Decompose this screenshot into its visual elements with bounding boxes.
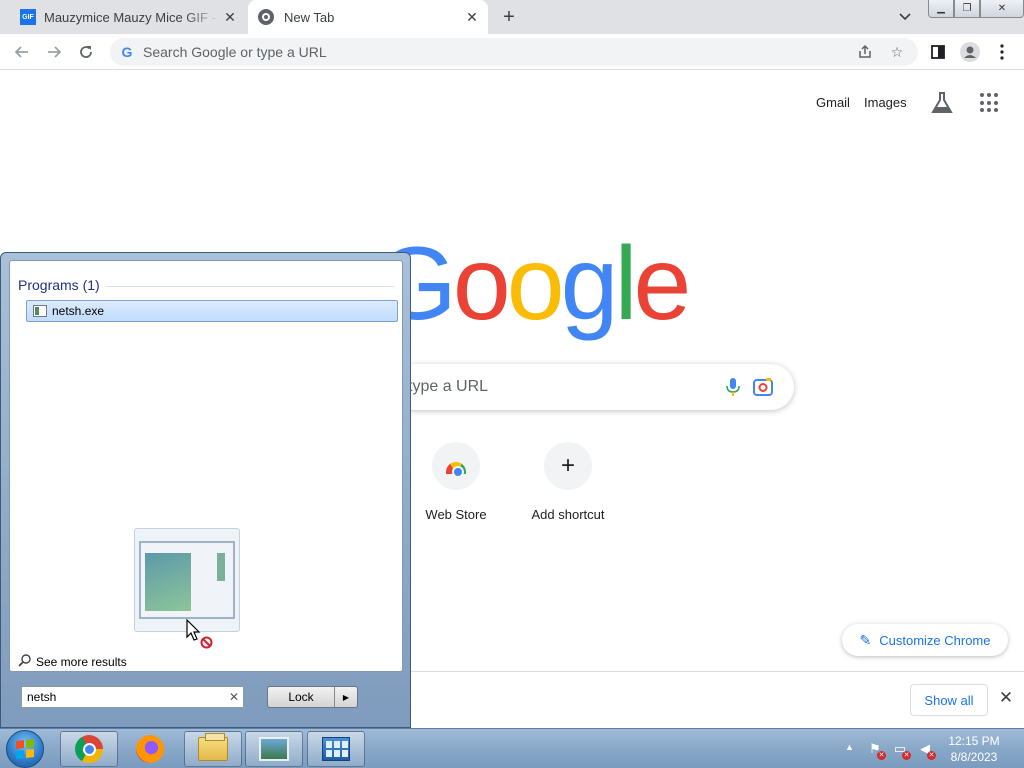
- tab-new-tab[interactable]: New Tab ✕: [248, 0, 488, 34]
- clock-time: 12:15 PM: [948, 734, 1000, 748]
- ntp-search-box[interactable]: type a URL: [392, 364, 794, 410]
- start-search-value: netsh: [27, 690, 57, 704]
- chrome-icon: [258, 9, 274, 25]
- gif-icon: GIF: [20, 9, 36, 25]
- taskbar-chrome[interactable]: [60, 731, 118, 767]
- google-apps-icon[interactable]: [980, 93, 1000, 113]
- close-icon[interactable]: ✕: [462, 7, 482, 27]
- google-lens-icon[interactable]: [752, 376, 774, 398]
- action-center-flag-icon[interactable]: ⚑ ✕: [866, 740, 886, 760]
- customize-chrome-button[interactable]: ✎ Customize Chrome: [842, 624, 1008, 656]
- search-result-item[interactable]: netsh.exe: [26, 300, 398, 322]
- remote-desktop-icon: [322, 737, 350, 761]
- result-label: netsh.exe: [52, 304, 105, 318]
- side-panel-icon[interactable]: [926, 40, 950, 64]
- divider: [106, 286, 394, 287]
- tab-gif[interactable]: GIF Mauzymice Mauzy Mice GIF - Mauzy ✕: [10, 0, 246, 34]
- address-bar[interactable]: G Search Google or type a URL ☆: [110, 38, 918, 66]
- customize-label: Customize Chrome: [879, 632, 991, 648]
- new-tab-button[interactable]: +: [498, 6, 520, 28]
- minimize-button[interactable]: ▁: [928, 0, 954, 18]
- tab-search-chevron-icon[interactable]: [896, 8, 914, 26]
- browser-toolbar: G Search Google or type a URL ☆: [0, 34, 1024, 70]
- window-controls: ▁ ❐ ✕: [928, 0, 1024, 18]
- see-more-results-link[interactable]: See more results: [18, 653, 127, 670]
- power-options-arrow-icon[interactable]: ▶: [335, 687, 357, 707]
- taskbar-remote-desktop[interactable]: [307, 731, 365, 767]
- taskbar-pictures[interactable]: [245, 731, 303, 767]
- volume-muted-icon[interactable]: ◀ ✕: [916, 740, 936, 760]
- pencil-icon: ✎: [859, 631, 872, 648]
- show-hidden-icons-icon[interactable]: ▲: [845, 742, 854, 752]
- taskbar: ▲ ⚑ ✕ ▭ ✕ ◀ ✕ 12:15 PM 8/8/2023: [0, 728, 1024, 768]
- windows-flag-icon: [16, 739, 34, 759]
- no-drop-icon: [200, 636, 213, 649]
- restore-button[interactable]: ❐: [954, 0, 980, 18]
- images-link[interactable]: Images: [864, 95, 907, 110]
- address-placeholder: Search Google or type a URL: [143, 44, 327, 60]
- power-button: Lock ▶: [267, 686, 358, 708]
- google-g-icon: G: [121, 44, 133, 60]
- bookmark-star-icon[interactable]: ☆: [886, 41, 908, 63]
- ntp-search-placeholder: type a URL: [408, 378, 489, 395]
- google-logo: Google: [376, 226, 691, 342]
- close-icon[interactable]: ✕: [220, 7, 240, 27]
- shortcut-label: Add shortcut: [531, 507, 605, 522]
- share-icon[interactable]: [854, 41, 876, 63]
- network-icon[interactable]: ▭ ✕: [891, 740, 911, 760]
- tab-title: Mauzymice Mauzy Mice GIF - Mauzy: [44, 9, 220, 25]
- web-store-icon: [432, 442, 480, 490]
- clock-date: 8/8/2023: [950, 750, 998, 764]
- tab-title: New Tab: [284, 9, 335, 25]
- show-all-button[interactable]: Show all: [910, 684, 988, 716]
- clear-search-icon[interactable]: ✕: [225, 690, 243, 704]
- start-search-input[interactable]: netsh ✕: [21, 686, 244, 708]
- back-icon[interactable]: [10, 40, 34, 64]
- pictures-icon: [259, 737, 289, 761]
- microphone-icon[interactable]: [722, 376, 744, 398]
- firefox-icon: [136, 735, 164, 763]
- explorer-icon: [198, 733, 228, 761]
- taskbar-firefox[interactable]: [121, 731, 179, 767]
- window-close-button[interactable]: ✕: [980, 0, 1024, 18]
- taskbar-explorer[interactable]: [184, 731, 242, 767]
- shortcut-add[interactable]: + Add shortcut: [513, 442, 623, 522]
- start-button[interactable]: [6, 730, 44, 768]
- shortcut-web-store[interactable]: Web Store: [401, 442, 511, 522]
- system-clock[interactable]: 12:15 PM 8/8/2023: [938, 733, 1010, 765]
- see-more-label: See more results: [36, 654, 127, 669]
- programs-heading: Programs (1): [18, 277, 100, 293]
- forward-icon[interactable]: [42, 40, 66, 64]
- reload-icon[interactable]: [74, 40, 98, 64]
- menu-kebab-icon[interactable]: [990, 40, 1014, 64]
- close-icon[interactable]: ✕: [996, 688, 1016, 708]
- labs-flask-icon[interactable]: [931, 91, 953, 115]
- tab-strip: GIF Mauzymice Mauzy Mice GIF - Mauzy ✕ N…: [0, 0, 1024, 34]
- plus-icon: +: [544, 442, 592, 490]
- drag-preview-thumbnail: [134, 528, 240, 632]
- profile-avatar-icon[interactable]: [958, 40, 982, 64]
- chrome-icon: [75, 735, 103, 763]
- exe-icon: [33, 305, 47, 317]
- magnifier-icon: [18, 653, 32, 670]
- lock-button[interactable]: Lock: [268, 687, 335, 707]
- gmail-link[interactable]: Gmail: [816, 95, 850, 110]
- start-menu: Programs (1) netsh.exe See more results …: [0, 252, 411, 728]
- shortcut-label: Web Store: [425, 507, 487, 522]
